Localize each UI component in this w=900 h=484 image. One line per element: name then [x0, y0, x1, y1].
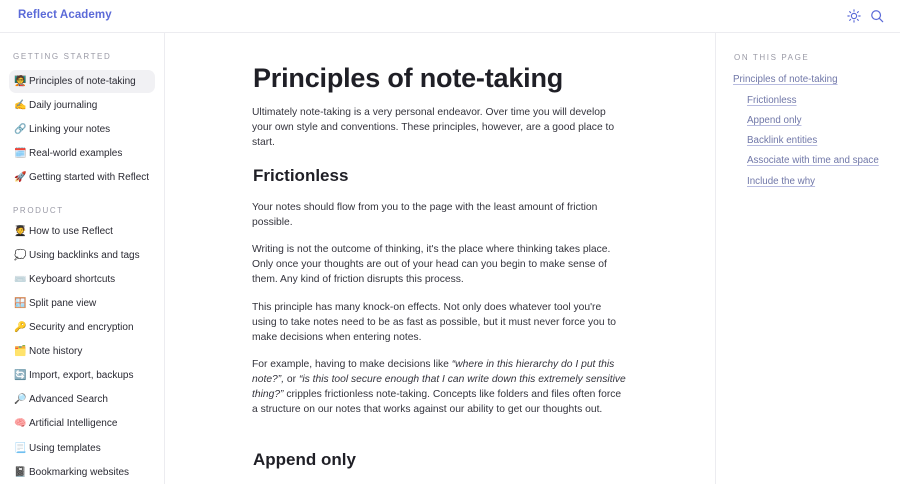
sidebar-item-label: Import, export, backups	[29, 370, 134, 381]
article: Principles of note-taking Ultimately not…	[165, 33, 715, 484]
sidebar-item-label: How to use Reflect	[29, 226, 113, 237]
calendar-icon: 🗓️	[14, 148, 27, 159]
sidebar-item-note-history[interactable]: 🗂️ Note history	[9, 340, 155, 363]
page-icon: 📃	[14, 443, 27, 454]
sidebar-item-label: Using templates	[29, 443, 101, 454]
sidebar-item-principles[interactable]: 🧑‍🏫 Principles of note-taking	[9, 70, 155, 93]
sidebar-item-real-world-examples[interactable]: 🗓️ Real-world examples	[9, 142, 155, 165]
sidebar-item-label: Split pane view	[29, 298, 97, 309]
section-title-product: PRODUCT	[13, 206, 64, 215]
writing-hand-icon: ✍️	[14, 100, 27, 111]
sidebar-item-label: Principles of note-taking	[29, 76, 136, 87]
sidebar-item-getting-started[interactable]: 🚀 Getting started with Reflect	[9, 166, 155, 189]
brand-link[interactable]: Reflect Academy	[18, 9, 112, 21]
link-icon: 🔗	[14, 124, 27, 135]
toc-link-associate[interactable]: Associate with time and space	[747, 155, 879, 166]
sidebar-item-advanced-search[interactable]: 🔎 Advanced Search	[9, 388, 155, 411]
sidebar-item-label: Using backlinks and tags	[29, 250, 140, 261]
sidebar-item-templates[interactable]: 📃 Using templates	[9, 437, 155, 460]
paragraph: Your notes should flow from you to the p…	[252, 202, 598, 228]
brain-icon: 🧠	[14, 418, 27, 429]
page-title: Principles of note-taking	[253, 63, 564, 93]
sidebar-item-label: Bookmarking websites	[29, 467, 130, 478]
paragraph: This principle has many knock-on effects…	[252, 302, 617, 343]
example-paragraph: For example, having to make decisions li…	[252, 357, 627, 417]
section-title-getting-started: GETTING STARTED	[13, 52, 112, 61]
rocket-icon: 🚀	[14, 172, 27, 183]
sidebar-item-label: Security and encryption	[29, 322, 134, 333]
sidebar-item-backlinks-tags[interactable]: 💭 Using backlinks and tags	[9, 244, 155, 267]
sidebar-item-label: Daily journaling	[29, 100, 98, 111]
toc-link-backlink-entities[interactable]: Backlink entities	[747, 135, 817, 146]
heading-append-only: Append only	[253, 450, 356, 469]
sidebar-item-label: Getting started with Reflect	[29, 172, 150, 183]
sidebar-item-label: Note history	[29, 346, 83, 357]
table-of-contents: ON THIS PAGE Principles of note-taking F…	[715, 33, 900, 484]
toc-link-include-why[interactable]: Include the why	[747, 176, 815, 187]
sidebar-item-label: Real-world examples	[29, 148, 123, 159]
sidebar-item-bookmarking[interactable]: 📓 Bookmarking websites	[9, 461, 155, 484]
magnifier-icon: 🔎	[14, 394, 27, 405]
intro-paragraph: Ultimately note-taking is a very persona…	[252, 107, 615, 148]
teacher-icon: 🧑‍🏫	[14, 76, 27, 87]
sidebar-item-security[interactable]: 🔑 Security and encryption	[9, 316, 155, 339]
theme-toggle-sun-icon[interactable]	[847, 9, 861, 23]
notebook-icon: 📓	[14, 467, 27, 478]
toc-link-principles[interactable]: Principles of note-taking	[733, 74, 838, 85]
key-icon: 🔑	[14, 322, 27, 333]
archive-icon: 🗂️	[14, 346, 27, 357]
thought-bubble-icon: 💭	[14, 250, 27, 261]
sidebar-item-split-pane[interactable]: 🪟 Split pane view	[9, 292, 155, 315]
sidebar-item-label: Artificial Intelligence	[29, 418, 118, 429]
example-mid: or	[284, 374, 299, 385]
sidebar-item-label: Advanced Search	[29, 394, 108, 405]
sidebar-item-linking-notes[interactable]: 🔗 Linking your notes	[9, 118, 155, 141]
sidebar: GETTING STARTED 🧑‍🏫 Principles of note-t…	[0, 33, 165, 484]
heading-frictionless: Frictionless	[253, 166, 349, 185]
window-icon: 🪟	[14, 298, 27, 309]
search-icon[interactable]	[870, 9, 884, 23]
example-lead: For example, having to make decisions li…	[252, 359, 452, 370]
sidebar-item-ai[interactable]: 🧠 Artificial Intelligence	[9, 412, 155, 435]
sidebar-item-keyboard-shortcuts[interactable]: ⌨️ Keyboard shortcuts	[9, 268, 155, 291]
toc-link-frictionless[interactable]: Frictionless	[747, 95, 797, 106]
sidebar-item-label: Linking your notes	[29, 124, 111, 135]
top-bar: Reflect Academy	[0, 0, 900, 33]
sidebar-item-daily-journaling[interactable]: ✍️ Daily journaling	[9, 94, 155, 117]
toc-title: ON THIS PAGE	[734, 53, 810, 62]
sidebar-item-import-export[interactable]: 🔄 Import, export, backups	[9, 364, 155, 387]
paragraph: Writing is not the outcome of thinking, …	[252, 244, 611, 285]
sidebar-item-label: Keyboard shortcuts	[29, 274, 116, 285]
toc-link-append-only[interactable]: Append only	[747, 115, 801, 126]
sync-icon: 🔄	[14, 370, 27, 381]
student-icon: 🧑‍🎓	[14, 226, 27, 237]
example-tail: cripples frictionless note-taking. Conce…	[252, 389, 622, 415]
keyboard-icon: ⌨️	[14, 274, 27, 285]
sidebar-item-how-to-use[interactable]: 🧑‍🎓 How to use Reflect	[9, 220, 155, 243]
